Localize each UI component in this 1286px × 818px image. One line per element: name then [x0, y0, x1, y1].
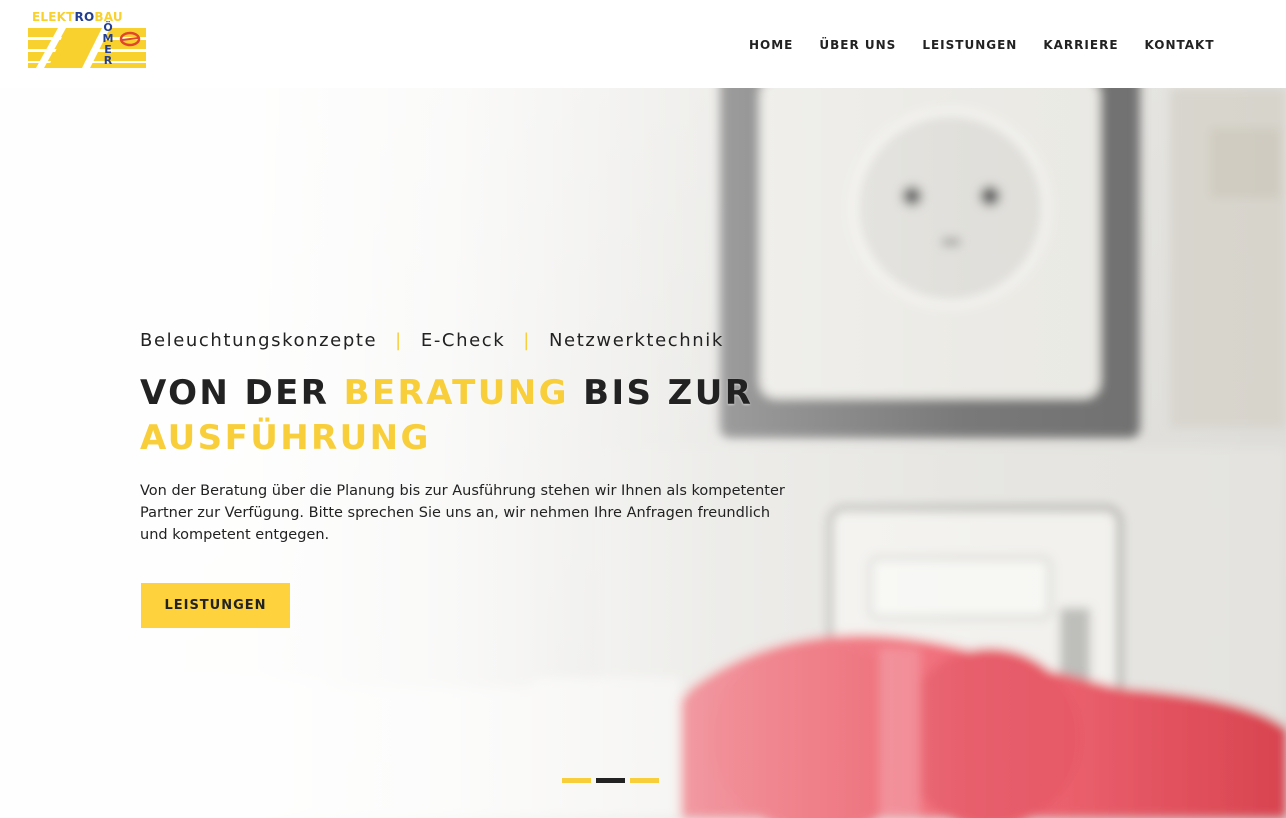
elektrobau-roemer-logo[interactable]: ELEKTROBAU Ö M E R [28, 10, 146, 68]
nav-karriere[interactable]: KARRIERE [1043, 38, 1118, 52]
slider-pagination [562, 778, 659, 783]
slider-dot-3[interactable] [630, 778, 659, 783]
hero-description: Von der Beratung über die Planung bis zu… [140, 483, 785, 543]
nav-ueber-uns[interactable]: ÜBER UNS [819, 38, 896, 52]
tag-separator: | [395, 330, 403, 351]
hero-slider: Beleuchtungskonzepte | E-Check | Netzwerktec… [0, 88, 1286, 818]
nav-kontakt[interactable]: KONTAKT [1145, 38, 1215, 52]
slider-dot-1[interactable] [562, 778, 591, 783]
hero-headline: VON DER BERATUNG BIS ZUR AUSFÜHRUNG [140, 373, 754, 458]
tag-separator: | [523, 330, 531, 351]
site-header: ELEKTROBAU Ö M E R HOME ÜBER UNS LEISTUN… [0, 0, 1286, 88]
service-tags: Beleuchtungskonzepte | E-Check | Netzwerktec… [140, 330, 724, 351]
logo-vertical-letters: Ö M E R [102, 21, 114, 67]
logo-graphic [28, 28, 146, 68]
tag-e-check: E-Check [420, 330, 506, 351]
leistungen-button[interactable]: LEISTUNGEN [141, 583, 290, 628]
slider-dot-2[interactable] [596, 778, 625, 783]
main-navigation: HOME ÜBER UNS LEISTUNGEN KARRIERE KONTAK… [749, 38, 1215, 52]
nav-home[interactable]: HOME [749, 38, 793, 52]
tag-beleuchtungskonzepte: Beleuchtungskonzepte [140, 330, 378, 351]
nav-leistungen[interactable]: LEISTUNGEN [922, 38, 1017, 52]
tag-netzwerktechnik: Netzwerktechnik [548, 330, 724, 351]
